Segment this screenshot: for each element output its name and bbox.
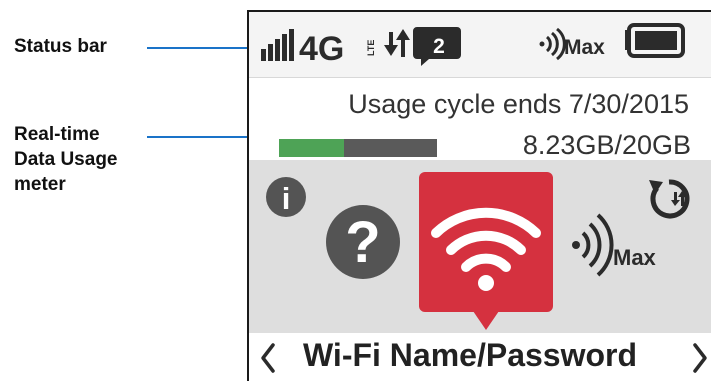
- usage-amount-text: 8.23GB/20GB: [522, 130, 691, 160]
- status-bar-callout-line: [147, 47, 254, 49]
- device-screen: 4G LTE 2 Max Usage cycle ends 7/30/2015 …: [247, 10, 711, 381]
- meter-callout-line-1: Real-time: [14, 124, 100, 145]
- wifi-icon[interactable]: [419, 172, 553, 330]
- data-transfer-icon[interactable]: [649, 179, 690, 219]
- data-usage-meter: [279, 139, 437, 157]
- chevron-left-icon[interactable]: [261, 343, 275, 373]
- info-glyph: i: [282, 181, 291, 216]
- battery-level-fill: [635, 31, 677, 50]
- bottom-nav: Wi-Fi Name/Password: [249, 333, 711, 381]
- data-usage-meter-fill: [279, 139, 345, 157]
- wifi-range-icon[interactable]: Max: [572, 213, 657, 277]
- carousel-icons: i ? Max: [266, 172, 690, 330]
- chevron-right-icon[interactable]: [693, 343, 707, 373]
- device-count-icon: 2: [413, 27, 461, 66]
- menu-carousel: i ? Max: [249, 160, 711, 333]
- meter-callout-line-2: Data Usage: [14, 149, 118, 170]
- battery-icon: [625, 23, 685, 58]
- data-transfer-icon: [384, 29, 410, 57]
- selected-menu-title: Wi-Fi Name/Password: [303, 337, 638, 373]
- status-icons: 4G LTE 2 Max: [261, 23, 685, 68]
- network-type: 4G: [299, 30, 344, 68]
- status-bar-callout: Status bar: [14, 36, 107, 57]
- status-bar: 4G LTE 2 Max: [249, 12, 711, 78]
- signal-bars-icon: [261, 29, 294, 61]
- info-icon[interactable]: i: [266, 177, 306, 217]
- connected-devices-count: 2: [433, 35, 445, 58]
- help-glyph: ?: [345, 210, 380, 275]
- meter-callout-line-3: meter: [14, 174, 66, 195]
- help-icon[interactable]: ?: [326, 205, 400, 279]
- lte-label: LTE: [366, 40, 376, 56]
- usage-cycle-text: Usage cycle ends 7/30/2015: [348, 89, 689, 119]
- wifi-range-label: Max: [564, 36, 605, 59]
- carousel-range-label: Max: [613, 245, 657, 270]
- wifi-range-icon: [539, 27, 566, 61]
